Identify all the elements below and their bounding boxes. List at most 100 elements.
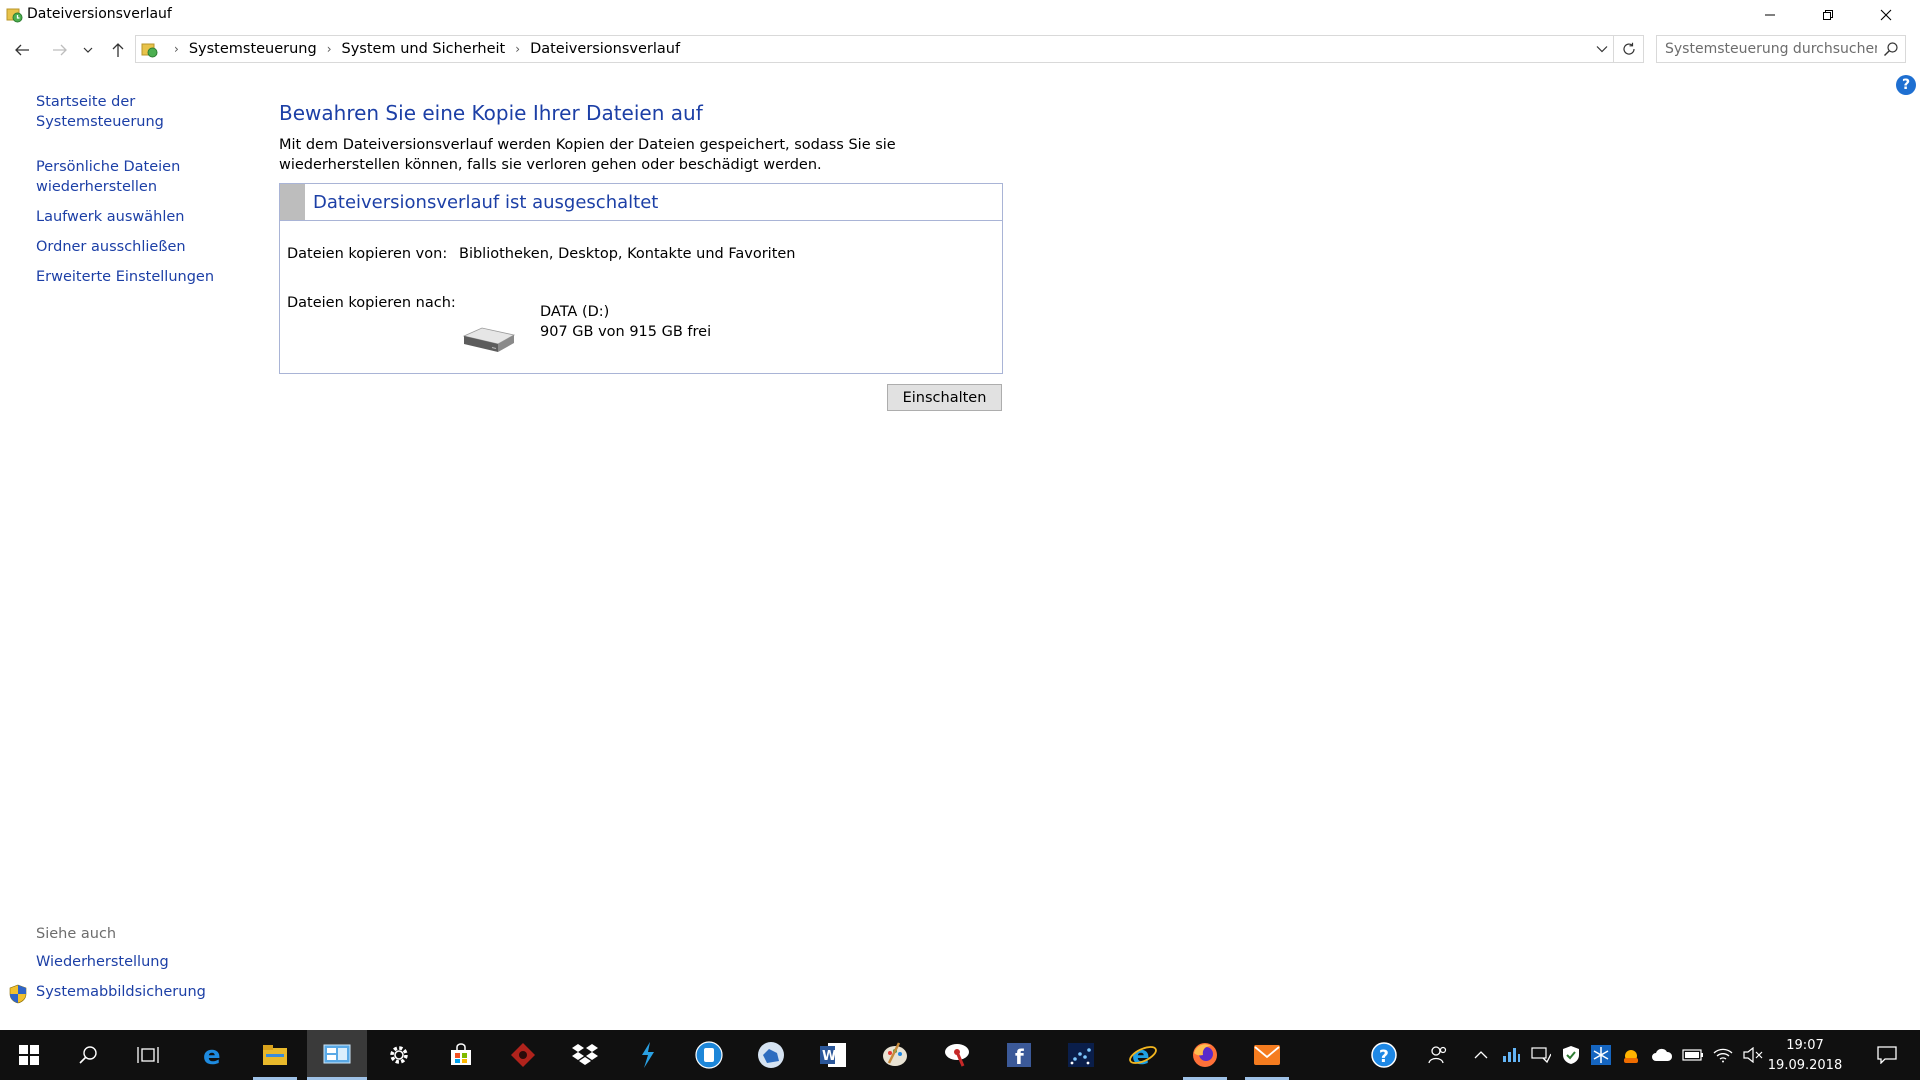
notification-icon — [1877, 1046, 1897, 1064]
copy-to-label: Dateien kopieren nach: — [287, 295, 456, 311]
link-ordner-ausschliessen[interactable]: Ordner ausschließen — [36, 237, 266, 257]
remote-app-icon — [945, 1044, 969, 1067]
help-circle-icon: ? — [1371, 1042, 1397, 1068]
chevron-up-icon — [1474, 1051, 1488, 1059]
minimize-icon — [1765, 14, 1775, 16]
search-input[interactable] — [1657, 36, 1877, 62]
back-button[interactable] — [10, 38, 34, 62]
bluetooth-app-icon — [695, 1041, 723, 1069]
restore-button[interactable] — [1799, 0, 1857, 30]
taskbar-paint-app[interactable] — [865, 1030, 925, 1080]
taskbar-bluetooth-app[interactable] — [679, 1030, 739, 1080]
tray-battery[interactable] — [1680, 1030, 1706, 1080]
taskbar-network-app[interactable] — [1051, 1030, 1111, 1080]
up-button[interactable] — [106, 38, 130, 62]
link-persoenliche-dateien-wiederherstellen[interactable]: Persönliche Dateien wiederherstellen — [36, 157, 186, 197]
close-button[interactable] — [1857, 0, 1915, 30]
taskbar-control-panel[interactable] — [307, 1030, 367, 1080]
game-icon — [511, 1043, 535, 1067]
taskbar-edge[interactable]: e — [183, 1030, 243, 1080]
tray-show-hidden[interactable] — [1469, 1030, 1493, 1080]
taskbar-clock[interactable]: 19:07 19.09.2018 — [1765, 1036, 1845, 1076]
taskbar-game[interactable] — [493, 1030, 553, 1080]
link-wiederherstellung[interactable]: Wiederherstellung — [36, 952, 206, 972]
tray-security[interactable] — [1559, 1030, 1583, 1080]
svg-text:e: e — [1132, 1041, 1150, 1069]
tray-action-center-app[interactable] — [1529, 1030, 1553, 1080]
search-icon — [79, 1046, 97, 1064]
network-monitor-icon — [1503, 1048, 1520, 1062]
word-icon: W — [820, 1043, 846, 1067]
internet-explorer-icon: e — [1129, 1041, 1157, 1069]
message-check-icon — [1531, 1047, 1551, 1064]
link-startseite-systemsteuerung[interactable]: Startseite der Systemsteuerung — [36, 92, 266, 132]
drive-free-space: 907 GB von 915 GB frei — [540, 324, 712, 340]
drive-name: DATA (D:) — [540, 304, 610, 320]
refresh-button[interactable] — [1613, 36, 1643, 62]
shield-check-icon — [1563, 1046, 1579, 1064]
svg-text:W: W — [822, 1049, 836, 1064]
taskbar-dropbox[interactable] — [555, 1030, 615, 1080]
breadcrumb-separator-icon[interactable]: › — [515, 42, 520, 56]
forward-button[interactable] — [48, 38, 72, 62]
people-icon — [1428, 1046, 1447, 1064]
breadcrumb-separator-icon: › — [174, 42, 179, 56]
help-button[interactable]: ? — [1896, 75, 1916, 95]
taskbar-remote-app[interactable] — [927, 1030, 987, 1080]
tray-onedrive[interactable] — [1649, 1030, 1675, 1080]
taskbar-visual-studio-code[interactable] — [617, 1030, 677, 1080]
arrow-up-icon — [112, 43, 124, 57]
taskbar-mail[interactable] — [1237, 1030, 1297, 1080]
recent-locations-button[interactable] — [80, 38, 96, 62]
taskbar-search-button[interactable] — [58, 1030, 118, 1080]
taskbar-store[interactable] — [431, 1030, 491, 1080]
breadcrumb-item-systemsteuerung[interactable]: Systemsteuerung — [189, 41, 317, 57]
action-center-button[interactable] — [1862, 1030, 1912, 1080]
minimize-button[interactable] — [1741, 0, 1799, 30]
start-button[interactable] — [0, 1030, 58, 1080]
link-laufwerk-auswaehlen[interactable]: Laufwerk auswählen — [36, 207, 266, 227]
search-box[interactable] — [1656, 35, 1906, 63]
tray-volume[interactable] — [1740, 1030, 1766, 1080]
tray-snowflake-app[interactable] — [1589, 1030, 1613, 1080]
settings-icon — [390, 1046, 408, 1064]
cloud-icon — [1652, 1048, 1673, 1061]
link-erweiterte-einstellungen[interactable]: Erweiterte Einstellungen — [36, 267, 266, 287]
tray-wifi[interactable] — [1710, 1030, 1736, 1080]
drive-icon — [462, 327, 516, 352]
title-bar: Dateiversionsverlauf — [0, 0, 1920, 30]
window-title: Dateiversionsverlauf — [27, 6, 172, 22]
status-indicator — [280, 184, 305, 220]
taskbar-internet-explorer[interactable]: e — [1113, 1030, 1173, 1080]
breadcrumb-item-dateiversionsverlauf[interactable]: Dateiversionsverlauf — [530, 41, 680, 57]
network-app-icon — [1068, 1043, 1094, 1067]
clock-time: 19:07 — [1786, 1038, 1824, 1053]
address-bar[interactable]: › Systemsteuerung › System und Sicherhei… — [135, 35, 1644, 63]
tray-help[interactable]: ? — [1369, 1030, 1399, 1080]
breadcrumb-separator-icon[interactable]: › — [327, 42, 332, 56]
address-dropdown-button[interactable] — [1593, 40, 1611, 58]
tray-weather-app[interactable] — [1619, 1030, 1643, 1080]
page-title: Bewahren Sie eine Kopie Ihrer Dateien au… — [279, 101, 703, 125]
taskbar-facebook[interactable]: f — [989, 1030, 1049, 1080]
breadcrumb-item-system-und-sicherheit[interactable]: System und Sicherheit — [342, 41, 506, 57]
taskbar-photo-app[interactable] — [741, 1030, 801, 1080]
turn-on-button[interactable]: Einschalten — [887, 384, 1002, 411]
arrow-left-icon — [15, 44, 29, 56]
task-view-button[interactable] — [118, 1030, 178, 1080]
taskbar-settings[interactable] — [369, 1030, 429, 1080]
copy-from-value: Bibliotheken, Desktop, Kontakte und Favo… — [459, 246, 796, 262]
tray-network-monitor[interactable] — [1499, 1030, 1523, 1080]
store-icon — [451, 1043, 471, 1065]
taskbar-firefox[interactable] — [1175, 1030, 1235, 1080]
link-systemabbildsicherung[interactable]: Systemabbildsicherung — [36, 982, 206, 1002]
svg-text:f: f — [1015, 1045, 1024, 1068]
taskbar-file-explorer[interactable] — [245, 1030, 305, 1080]
see-also-section: Siehe auch Wiederherstellung Systemabbil… — [36, 926, 206, 1002]
tray-people[interactable] — [1424, 1030, 1452, 1080]
taskbar-word[interactable]: W — [803, 1030, 863, 1080]
control-panel-icon — [141, 43, 158, 58]
edge-icon: e — [203, 1042, 221, 1068]
task-view-icon — [137, 1047, 159, 1063]
search-icon[interactable] — [1883, 41, 1899, 57]
